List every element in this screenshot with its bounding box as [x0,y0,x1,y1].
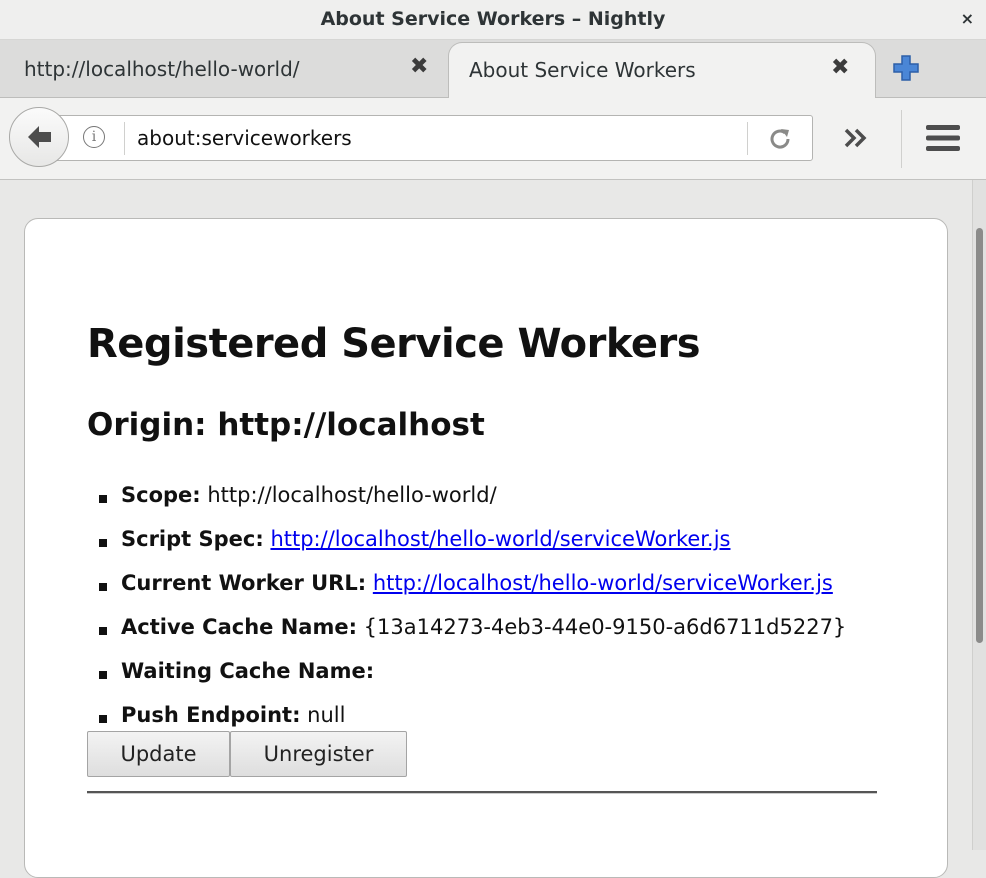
tab-hello-world[interactable]: http://localhost/hello-world/ ✖ [0,40,452,98]
scrollbar-thumb[interactable] [976,228,983,643]
tab-strip: http://localhost/hello-world/ ✖ About Se… [0,40,986,99]
tab-close-icon[interactable]: ✖ [410,54,428,79]
field-key: Current Worker URL: [121,571,367,595]
origin-heading: Origin: http://localhost [87,407,485,443]
bullet [99,671,107,679]
overflow-chevron-icon[interactable] [843,126,869,154]
tab-label: About Service Workers [469,58,696,82]
update-button[interactable]: Update [87,731,230,777]
vertical-scrollbar[interactable] [972,180,986,850]
new-tab-plus-icon[interactable] [892,54,920,82]
current-worker-url-link[interactable]: http://localhost/hello-world/serviceWork… [373,571,833,595]
script-spec-link[interactable]: http://localhost/hello-world/serviceWork… [270,527,730,551]
window-titlebar: About Service Workers – Nightly × [0,0,986,40]
info-icon[interactable]: i [83,126,105,148]
field-value: {13a14273-4eb3-44e0-9150-a6d6711d5227} [363,615,847,639]
bullet [99,539,107,547]
url-bar[interactable]: i about:serviceworkers [54,115,813,161]
window-close-icon[interactable]: × [961,9,974,28]
page-content: Registered Service Workers Origin: http:… [0,180,972,878]
bullet [99,715,107,723]
tab-label: http://localhost/hello-world/ [24,57,300,81]
field-key: Script Spec: [121,527,264,551]
back-button[interactable] [9,107,69,167]
url-divider [124,122,125,155]
toolbar-separator [901,110,902,168]
url-input[interactable]: about:serviceworkers [137,126,352,150]
page-title: Registered Service Workers [87,321,701,367]
url-divider [747,122,748,155]
field-key: Waiting Cache Name: [121,659,375,683]
back-arrow-icon [28,126,51,148]
unregister-button[interactable]: Unregister [230,731,407,777]
tab-about-service-workers[interactable]: About Service Workers ✖ [448,42,876,99]
window-title: About Service Workers – Nightly [320,8,666,30]
bullet [99,627,107,635]
field-key: Push Endpoint: [121,703,301,727]
field-key: Active Cache Name: [121,615,357,639]
reload-icon[interactable] [767,126,793,156]
navigation-bar: i about:serviceworkers [0,98,986,180]
bullet [99,583,107,591]
hamburger-menu-icon[interactable] [926,124,960,156]
content-card: Registered Service Workers Origin: http:… [24,218,948,878]
field-key: Scope: [121,483,201,507]
field-value: null [307,703,346,727]
field-value: http://localhost/hello-world/ [207,483,497,507]
horizontal-rule [87,791,877,794]
tab-close-icon[interactable]: ✖ [831,55,849,80]
bullet [99,495,107,503]
